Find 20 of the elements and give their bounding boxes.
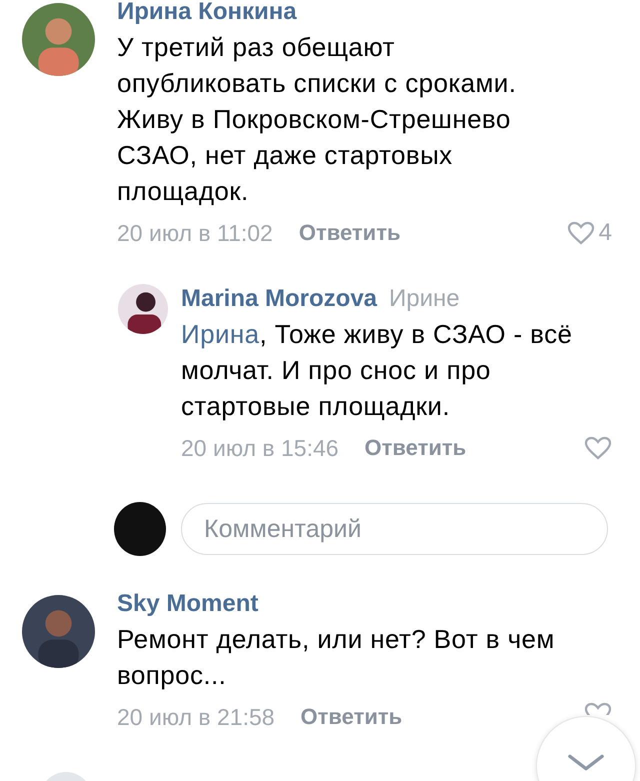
comment-text: Ремонт делать, или нет? Вот в чем вопрос... (117, 623, 556, 692)
chevron-down-icon (567, 753, 605, 773)
mention-link[interactable]: Ирина (181, 319, 260, 349)
comment-text: Ирина, Тоже живу в СЗАО - всё молчат. И про снос и про стартовые площадки. (181, 318, 574, 423)
comment-date: 20 июл в 21:58 (117, 704, 275, 730)
like-count: 4 (598, 219, 612, 247)
reply-link[interactable]: Ответить (300, 704, 402, 730)
avatar[interactable] (118, 284, 168, 334)
comment-text: У третий раз обещают опубликовать списки с сроками. Живу в Покровском-Стрешнево СЗАО, нет даже стартовых площадок. (117, 31, 518, 208)
reply-link[interactable]: Ответить (364, 435, 466, 461)
author-name[interactable]: Marina Morozova (181, 282, 378, 316)
heart-icon[interactable] (584, 436, 612, 460)
comment-date: 20 июл в 11:02 (117, 220, 273, 246)
author-name[interactable]: Ирина Конкина (117, 0, 297, 29)
reply-link[interactable]: Ответить (298, 220, 401, 246)
author-name[interactable]: Sky Moment (117, 587, 258, 621)
heart-icon[interactable] (566, 221, 595, 245)
heart-icon[interactable] (584, 702, 612, 715)
comment-field[interactable]: Комментарий (181, 503, 608, 555)
comment-date: 20 июл в 15:46 (181, 434, 339, 462)
